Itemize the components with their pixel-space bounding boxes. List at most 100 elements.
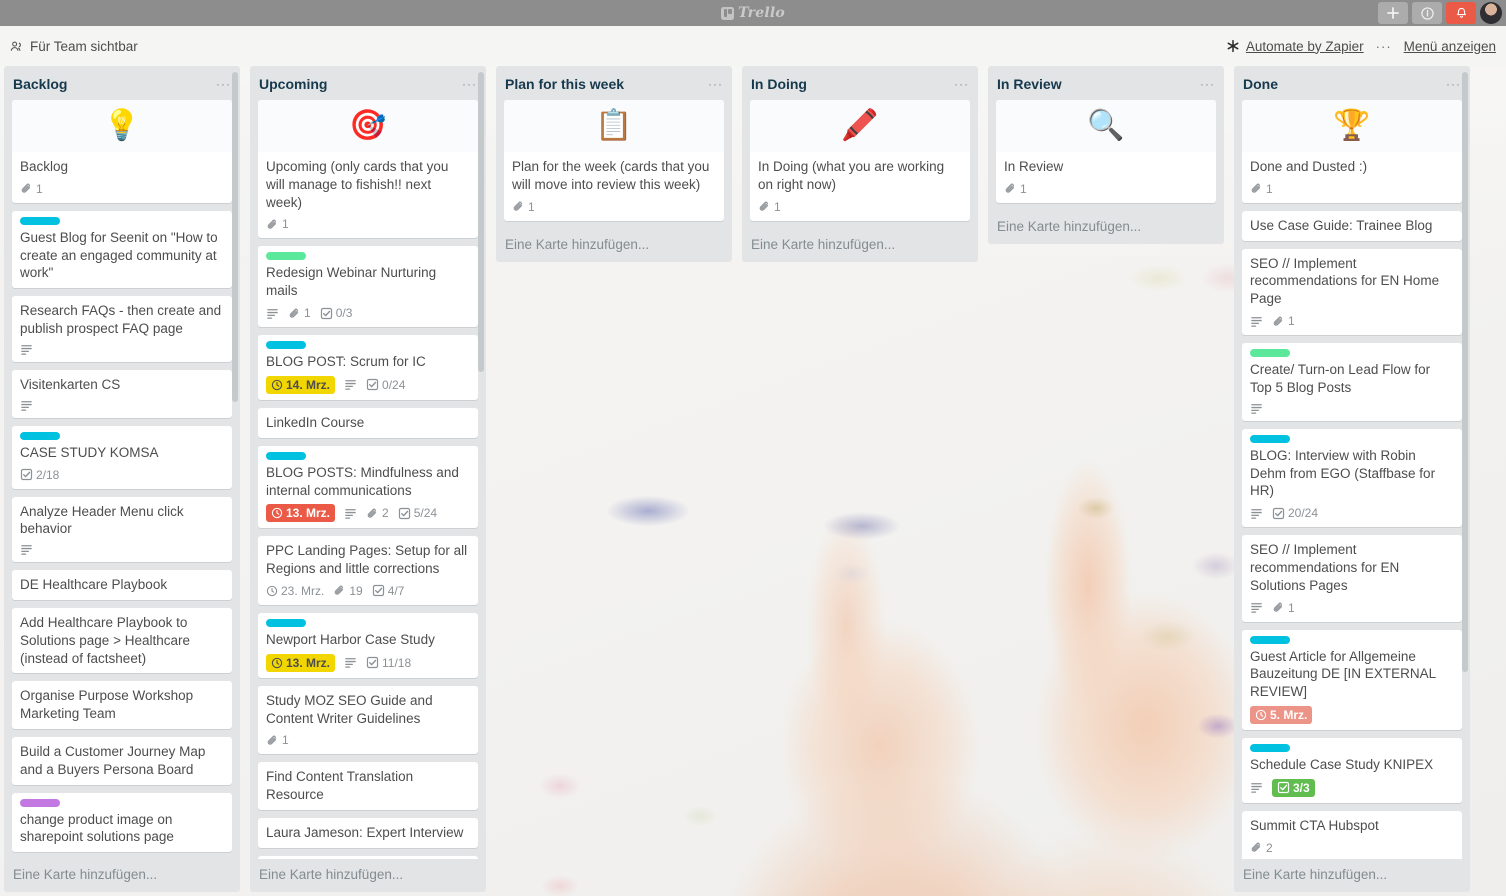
card-title: Guest Blog for Seenit on "How to create … bbox=[20, 229, 218, 281]
card[interactable]: BLOG: Interview with Robin Dehm from EGO… bbox=[1242, 428, 1462, 528]
card[interactable]: 🎯 Upcoming (only cards that you will mana… bbox=[258, 100, 478, 239]
card-badges: 23. Mrz. 19 4/7 bbox=[266, 583, 470, 599]
notifications-button[interactable] bbox=[1446, 2, 1476, 24]
add-card-button[interactable]: Eine Karte hinzufügen... bbox=[988, 211, 1224, 244]
card[interactable]: More #CommsChat Twitter Prep 1 bbox=[258, 855, 478, 859]
card[interactable]: Use Case Guide: Trainee Blog bbox=[1242, 210, 1462, 241]
info-button[interactable] bbox=[1412, 2, 1442, 24]
list-header: In Review ··· bbox=[988, 66, 1224, 100]
list-menu-button[interactable]: ··· bbox=[708, 78, 723, 90]
list-cards[interactable]: 📋 Plan for the week (cards that you will … bbox=[496, 100, 732, 229]
card-badge-attachment: 1 bbox=[20, 181, 43, 197]
card[interactable]: Redesign Webinar Nurturing mails 1 0/3 bbox=[258, 246, 478, 328]
card[interactable]: Organise Purpose Workshop Marketing Team bbox=[12, 681, 232, 729]
card[interactable]: SEO // Implement recommendations for EN … bbox=[1242, 535, 1462, 622]
add-card-button[interactable]: Eine Karte hinzufügen... bbox=[496, 229, 732, 262]
card[interactable]: PPC Landing Pages: Setup for all Regions… bbox=[258, 536, 478, 605]
attachment-count: 1 bbox=[1288, 314, 1295, 329]
card[interactable]: 💡 Backlog 1 bbox=[12, 100, 232, 203]
card-label[interactable] bbox=[266, 451, 306, 460]
list-title[interactable]: In Review bbox=[997, 76, 1062, 92]
card[interactable]: 🔍 In Review 1 bbox=[996, 100, 1216, 203]
list-cards[interactable]: 🏆 Done and Dusted :) 1 Use Case Guide: Tra… bbox=[1234, 100, 1470, 859]
card-label[interactable] bbox=[266, 618, 306, 627]
list-cards[interactable]: 💡 Backlog 1 Guest Blog for Seenit on "How … bbox=[4, 100, 240, 859]
card-label[interactable] bbox=[20, 216, 60, 225]
card[interactable]: Find Content Translation Resource bbox=[258, 762, 478, 810]
attachment-icon bbox=[759, 201, 769, 211]
card[interactable]: 🖍️ In Doing (what you are working on righ… bbox=[750, 100, 970, 221]
attachment-count: 1 bbox=[528, 199, 535, 214]
card[interactable]: BLOG POSTS: Mindfulness and internal com… bbox=[258, 445, 478, 529]
card[interactable]: LinkedIn Course bbox=[258, 407, 478, 438]
list-title[interactable]: Backlog bbox=[13, 76, 67, 92]
list-scrollbar[interactable] bbox=[232, 72, 238, 402]
list-title[interactable]: Upcoming bbox=[259, 76, 327, 92]
card[interactable]: 📋 Plan for the week (cards that you will … bbox=[504, 100, 724, 221]
card[interactable]: Laura Jameson: Expert Interview bbox=[258, 818, 478, 848]
attachment-icon bbox=[1251, 842, 1261, 852]
card[interactable]: Summit CTA Hubspot 2 bbox=[1242, 810, 1462, 859]
card[interactable]: Study MOZ SEO Guide and Content Writer G… bbox=[258, 685, 478, 755]
card-title: Build a Customer Journey Map and a Buyer… bbox=[20, 744, 206, 777]
list-title[interactable]: In Doing bbox=[751, 76, 807, 92]
card-label[interactable] bbox=[1250, 635, 1290, 644]
avatar[interactable] bbox=[1480, 2, 1502, 24]
list: Backlog ··· 💡 Backlog 1 Guest Blog for See… bbox=[4, 66, 240, 892]
card[interactable]: Newport Harbor Case Study 13. Mrz. 11/18 bbox=[258, 612, 478, 678]
list-title[interactable]: Done bbox=[1243, 76, 1278, 92]
card[interactable]: Guest Article for Allgemeine Bauzeitung … bbox=[1242, 629, 1462, 730]
list-menu-button[interactable]: ··· bbox=[462, 78, 477, 90]
app-top-bar: Trello bbox=[0, 0, 1506, 26]
automate-by-zapier-button[interactable]: Automate by Zapier bbox=[1226, 39, 1364, 54]
board-lists-container[interactable]: Backlog ··· 💡 Backlog 1 Guest Blog for See… bbox=[0, 66, 1506, 896]
card-label[interactable] bbox=[1250, 349, 1290, 358]
list-cards[interactable]: 🖍️ In Doing (what you are working on righ… bbox=[742, 100, 978, 229]
card[interactable]: Add Healthcare Playbook to Solutions pag… bbox=[12, 607, 232, 674]
list-cards[interactable]: 🔍 In Review 1 bbox=[988, 100, 1224, 211]
card-title: SEO // Implement recommendations for EN … bbox=[1250, 542, 1400, 593]
card[interactable]: Create/ Turn-on Lead Flow for Top 5 Blog… bbox=[1242, 343, 1462, 421]
trello-logo[interactable]: Trello bbox=[721, 5, 785, 21]
attachment-count: 1 bbox=[282, 217, 289, 232]
card[interactable]: Guest Blog for Seenit on "How to create … bbox=[12, 210, 232, 289]
card[interactable]: BLOG POST: Scrum for IC 14. Mrz. 0/24 bbox=[258, 335, 478, 400]
show-menu-button[interactable]: Menü anzeigen bbox=[1404, 39, 1496, 54]
card[interactable]: Research FAQs - then create and publish … bbox=[12, 296, 232, 362]
card-title: PPC Landing Pages: Setup for all Regions… bbox=[266, 543, 468, 577]
card-labels bbox=[266, 451, 470, 460]
card[interactable]: DE Healthcare Playbook bbox=[12, 570, 232, 600]
list-menu-button[interactable]: ··· bbox=[1446, 78, 1461, 90]
board-more-button[interactable]: ··· bbox=[1376, 39, 1392, 54]
list-menu-button[interactable]: ··· bbox=[216, 78, 231, 90]
card-label[interactable] bbox=[20, 798, 60, 807]
card-label[interactable] bbox=[266, 252, 306, 261]
card[interactable]: Analyze Header Menu click behavior bbox=[12, 496, 232, 563]
card[interactable]: 🏆 Done and Dusted :) 1 bbox=[1242, 100, 1462, 203]
list-title[interactable]: Plan for this week bbox=[505, 76, 624, 92]
list-cards[interactable]: 🎯 Upcoming (only cards that you will mana… bbox=[250, 100, 486, 859]
card[interactable]: SEO // Implement recommendations for EN … bbox=[1242, 248, 1462, 336]
list-menu-button[interactable]: ··· bbox=[954, 78, 969, 90]
add-card-button[interactable]: Eine Karte hinzufügen... bbox=[4, 859, 240, 892]
add-card-button[interactable]: Eine Karte hinzufügen... bbox=[250, 859, 486, 892]
card-label[interactable] bbox=[1250, 434, 1290, 443]
checklist-count: 0/24 bbox=[382, 377, 406, 392]
card[interactable]: Build a Customer Journey Map and a Buyer… bbox=[12, 737, 232, 785]
add-card-button[interactable]: Eine Karte hinzufügen... bbox=[742, 229, 978, 262]
card[interactable]: Visitenkarten CS bbox=[12, 369, 232, 418]
list-scrollbar[interactable] bbox=[1462, 72, 1468, 672]
board-visibility[interactable]: Für Team sichtbar bbox=[10, 39, 138, 54]
add-button[interactable] bbox=[1378, 2, 1408, 24]
card-label[interactable] bbox=[266, 341, 306, 350]
card[interactable]: change product image on sharepoint solut… bbox=[12, 792, 232, 853]
card-label[interactable] bbox=[1250, 744, 1290, 752]
attachment-icon bbox=[289, 308, 299, 318]
card-badges: 1 bbox=[1250, 181, 1454, 197]
card-label[interactable] bbox=[20, 431, 60, 440]
add-card-button[interactable]: Eine Karte hinzufügen... bbox=[1234, 859, 1470, 892]
card[interactable]: CASE STUDY KOMSA 2/18 bbox=[12, 425, 232, 489]
list-scrollbar[interactable] bbox=[478, 72, 484, 372]
card[interactable]: Schedule Case Study KNIPEX 3/3 bbox=[1242, 738, 1462, 803]
list-menu-button[interactable]: ··· bbox=[1200, 78, 1215, 90]
